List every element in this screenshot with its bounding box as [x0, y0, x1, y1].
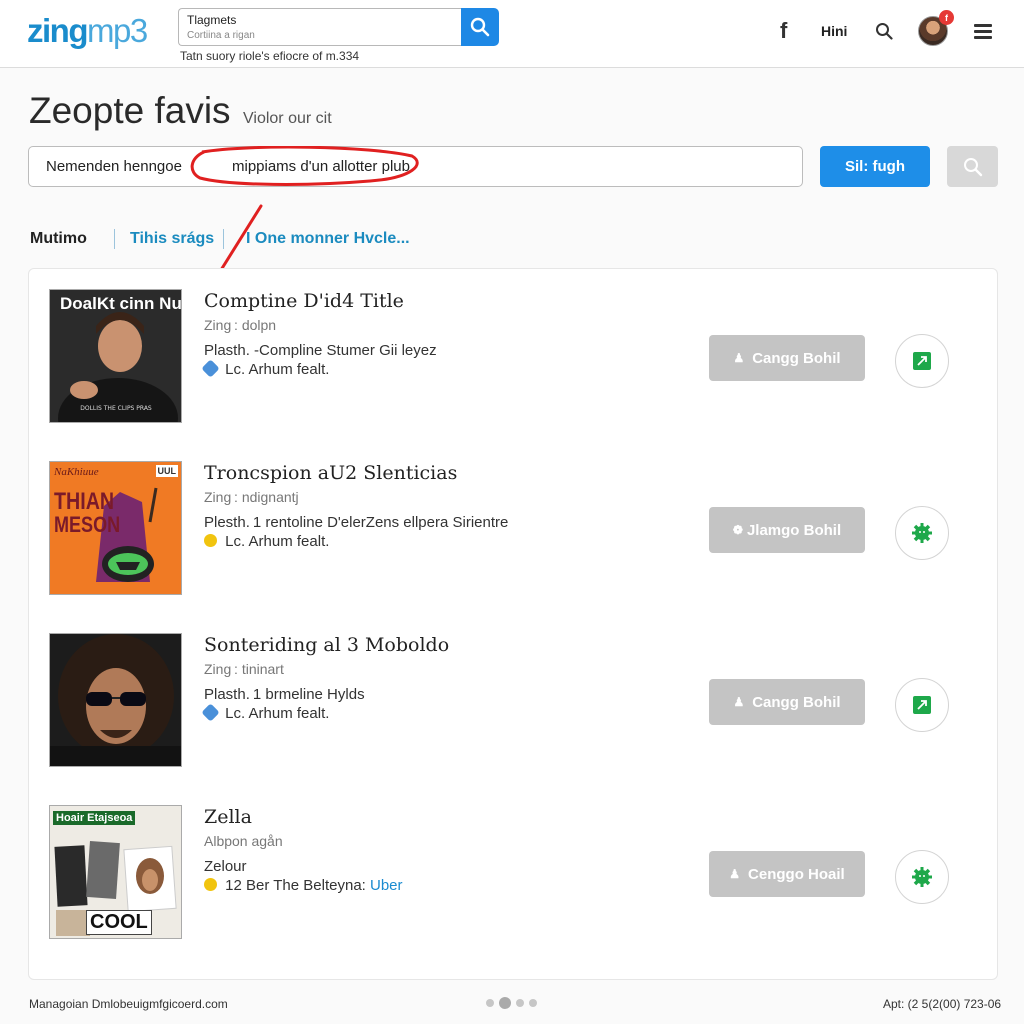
- green-gear-icon: [912, 867, 932, 887]
- song-meta: Lc. Arhum fealt.: [201, 703, 329, 722]
- action-button[interactable]: ♟ Cenggo Hoail: [709, 851, 865, 897]
- settings-button[interactable]: [895, 850, 949, 904]
- song-description: Plasth. -Compline Stumer Gii leyez: [204, 342, 437, 359]
- external-link-button[interactable]: [895, 334, 949, 388]
- red-highlight-annotation: [190, 146, 419, 186]
- blue-badge-icon: [201, 703, 220, 722]
- song-title[interactable]: Comptine D'id4 Title: [204, 290, 404, 312]
- song-description: Plasth. 1 brmeline Hylds: [204, 686, 365, 703]
- green-gear-icon: [912, 523, 932, 543]
- album-cover[interactable]: NaKhiuue UUL THIAN MESON: [49, 461, 182, 595]
- external-link-icon: [913, 352, 931, 370]
- tab-divider: [114, 229, 115, 249]
- tab-mutimo[interactable]: Mutimo: [30, 230, 87, 248]
- yellow-smile-icon: [204, 534, 217, 547]
- search-icon: [470, 17, 490, 37]
- footer-site-text: Managoian Dmlobeuigmfgicoerd.com: [29, 997, 228, 1011]
- results-list: DOLLIS THE CLIPS PRAS DoalKt cinn NuK. C…: [28, 268, 998, 980]
- zoom-search-button[interactable]: [947, 146, 998, 187]
- footer-contact-text: Apt: (2 5(2(00) 723-06: [883, 997, 1002, 1011]
- song-title[interactable]: Zella: [204, 806, 252, 828]
- song-title[interactable]: Sonteriding al 3 Moboldo: [204, 634, 449, 656]
- top-header: zingmp3 Tlagmets Cortiina a rigan Tatn s…: [0, 0, 1024, 68]
- song-meta: Lc. Arhum fealt.: [204, 533, 329, 550]
- cover-corner-text: UUL: [155, 465, 178, 477]
- pagination-dot-active[interactable]: [499, 997, 511, 1009]
- album-cover[interactable]: [49, 633, 182, 767]
- user-icon: ♟: [729, 867, 741, 881]
- main-search-label: Nemenden henngoe: [46, 158, 182, 175]
- pagination-dot[interactable]: [516, 999, 524, 1007]
- action-button[interactable]: ❁ Jlamgo Bohil: [709, 507, 865, 553]
- notification-badge[interactable]: f: [939, 10, 954, 25]
- list-item[interactable]: DOLLIS THE CLIPS PRAS DoalKt cinn NuK. C…: [29, 269, 999, 423]
- zingmp3-logo[interactable]: zingmp3: [27, 12, 148, 50]
- user-icon: ♟: [733, 351, 745, 365]
- tab-one-monner[interactable]: I One monner Hvcle...: [246, 230, 410, 248]
- song-title[interactable]: Troncspion aU2 Slenticias: [204, 462, 457, 484]
- tab-tihis-srags[interactable]: Tihis srágs: [130, 230, 214, 248]
- yellow-smile-icon: [204, 878, 217, 891]
- album-cover[interactable]: Hoair Etajseoa COOL: [49, 805, 182, 939]
- user-icon: ♟: [733, 695, 745, 709]
- cover-small-text: NaKhiuue: [54, 466, 99, 478]
- settings-button[interactable]: [895, 506, 949, 560]
- external-link-button[interactable]: [895, 678, 949, 732]
- pagination-dot[interactable]: [486, 999, 494, 1007]
- cover-title: DoalKt cinn NuK.: [60, 294, 182, 313]
- gear-icon: ❁: [732, 523, 743, 537]
- action-button[interactable]: ♟ Cangg Bohil: [709, 679, 865, 725]
- song-meta: 12 Ber The Belteyna: Uber: [204, 877, 403, 894]
- cover-title-2: MESON: [54, 512, 121, 537]
- pagination-dots[interactable]: [486, 997, 537, 1009]
- search-submit-button[interactable]: Sil: fugh: [820, 146, 930, 187]
- header-search-placeholder: Cortiina a rigan: [187, 30, 255, 41]
- list-item[interactable]: Hoair Etajseoa COOL Zella Albpon agån Ze…: [29, 785, 999, 939]
- song-description: Plesth. 1 rentoline D'elerZens ellpera S…: [204, 514, 509, 531]
- pagination-dot[interactable]: [529, 999, 537, 1007]
- page-subtitle: Violor our cit: [243, 110, 332, 127]
- song-meta: Lc. Arhum fealt.: [201, 359, 329, 378]
- search-hint: Tatn suory riole's efiocre of m.334: [180, 49, 360, 63]
- song-subtitle: Zing : ndignantj: [204, 489, 299, 505]
- cover-title: Hoair Etajseoa: [53, 811, 136, 825]
- header-search-value: Tlagmets: [187, 13, 237, 27]
- hamburger-menu-icon[interactable]: [974, 24, 992, 40]
- song-subtitle: Zing : dolpn: [204, 317, 277, 333]
- song-subtitle: Zing : tininart: [204, 661, 284, 677]
- album-cover[interactable]: DOLLIS THE CLIPS PRAS DoalKt cinn NuK.: [49, 289, 182, 423]
- meta-link[interactable]: Uber: [370, 877, 403, 894]
- song-subtitle: Albpon agån: [204, 833, 283, 849]
- user-name-link[interactable]: Hini: [821, 23, 847, 39]
- search-icon: [963, 157, 982, 176]
- action-button[interactable]: ♟ Cangg Bohil: [709, 335, 865, 381]
- page-title: Zeopte favis: [29, 90, 231, 131]
- svg-text:DOLLIS THE CLIPS PRAS: DOLLIS THE CLIPS PRAS: [80, 405, 152, 412]
- tab-divider: [223, 229, 224, 249]
- list-item[interactable]: Sonteriding al 3 Moboldo Zing : tininart…: [29, 613, 999, 767]
- external-link-icon: [913, 696, 931, 714]
- song-description: Zelour: [204, 858, 247, 875]
- search-icon[interactable]: [875, 22, 893, 45]
- header-search-input[interactable]: Tlagmets Cortiina a rigan: [178, 8, 462, 46]
- facebook-icon[interactable]: f: [780, 18, 787, 44]
- header-search-button[interactable]: [461, 8, 499, 46]
- cover-title-2: COOL: [86, 910, 152, 935]
- blue-badge-icon: [201, 359, 220, 378]
- list-item[interactable]: NaKhiuue UUL THIAN MESON Troncspion aU2 …: [29, 441, 999, 595]
